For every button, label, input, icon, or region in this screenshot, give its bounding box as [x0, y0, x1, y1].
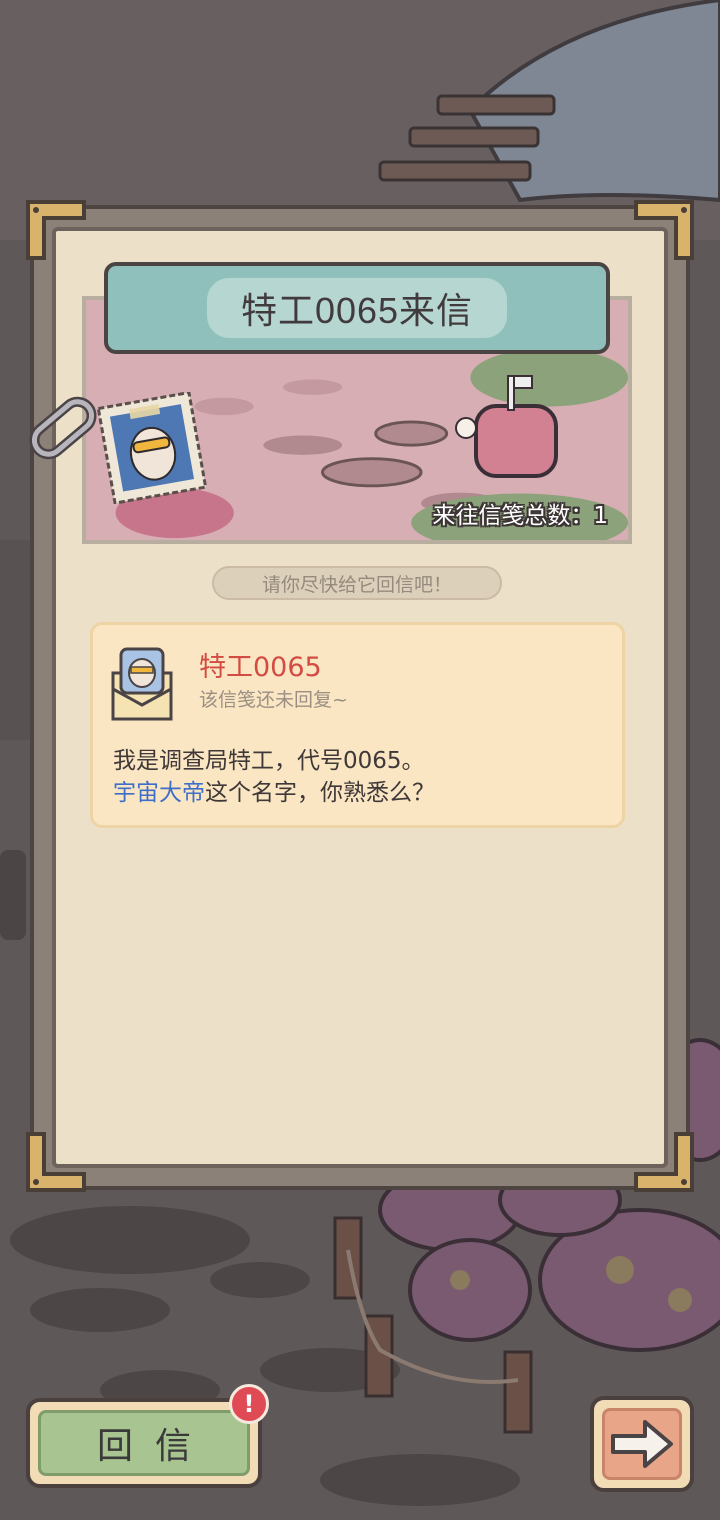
alert-badge: ! [229, 1384, 269, 1424]
corner-bracket-icon [634, 1132, 694, 1192]
next-button-face[interactable] [602, 1408, 682, 1480]
letter-body-line: 我是调查局特工，代号0065。 [113, 748, 425, 774]
letter-body-line: 宇宙大帝这个名字，你熟悉么？ [113, 773, 435, 807]
letter-card[interactable]: 特工0065 该信笺还未回复~ 我是调查局特工，代号0065。 宇宙大帝这个名字… [90, 622, 625, 828]
reply-button-face[interactable]: 回信 [38, 1410, 250, 1476]
reply-hint-pill: 请你尽快给它回信吧！ [212, 566, 502, 600]
reply-hint-text: 请你尽快给它回信吧！ [261, 573, 452, 596]
sender-name: 特工0065 [199, 652, 322, 683]
page-title: 特工0065来信 [240, 290, 474, 331]
next-button[interactable] [590, 1396, 694, 1492]
title-plate: 特工0065来信 [206, 278, 508, 338]
stamp-portrait-icon [96, 392, 208, 504]
corner-bracket-icon [26, 1132, 86, 1192]
reply-status: 该信笺还未回复~ [199, 689, 348, 711]
reply-button-label: 回信 [96, 1425, 213, 1466]
envelope-avatar-icon [111, 647, 173, 721]
corner-bracket-icon [26, 200, 86, 260]
chain-link-icon [29, 396, 97, 460]
title-bar: 特工0065来信 [104, 262, 610, 354]
corner-bracket-icon [634, 200, 694, 260]
mailbox-icon [455, 375, 558, 478]
arrow-right-icon [611, 1420, 673, 1468]
reply-button[interactable]: 回信 [26, 1398, 262, 1488]
letter-body-text: 这个名字，你熟悉么？ [205, 780, 435, 806]
highlighted-name: 宇宙大帝 [113, 780, 205, 806]
letter-count-label: 来往信笺总数：1 [432, 503, 608, 529]
